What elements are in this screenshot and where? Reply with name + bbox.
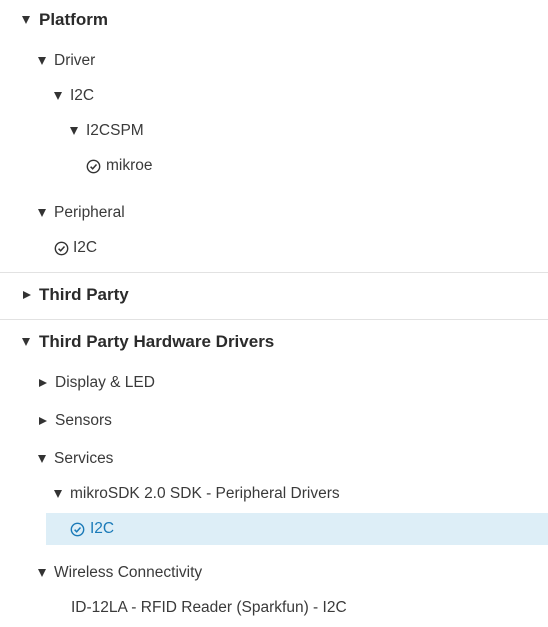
tree-node-label: Platform [39,10,108,29]
tree-node-label: ID-12LA - RFID Reader (Sparkfun) - I2C [71,599,347,616]
tree-node-label: Driver [54,52,96,69]
tree-node-third-party[interactable]: Third Party [0,283,548,307]
section-divider [0,319,548,320]
check-circle-icon [54,241,69,255]
tree-node-platform[interactable]: Platform [0,8,548,32]
caret-down-icon[interactable] [38,57,46,65]
tree-node-label: Sensors [55,412,112,429]
tree-node-label: Wireless Connectivity [54,564,203,581]
caret-down-icon[interactable] [22,16,30,24]
tree-node-driver[interactable]: Driver [0,50,548,72]
tree-leaf-id12la[interactable]: ID-12LA - RFID Reader (Sparkfun) - I2C [0,597,548,619]
check-circle-icon [70,522,85,536]
tree-leaf-peripheral-i2c[interactable]: I2C [0,237,548,259]
tree-node-label: Peripheral [54,204,125,221]
caret-down-icon[interactable] [38,455,46,463]
tree-node-third-party-hardware-drivers[interactable]: Third Party Hardware Drivers [0,330,548,354]
caret-down-icon[interactable] [54,92,62,100]
tree-node-label: I2C [70,87,95,104]
caret-down-icon[interactable] [70,127,78,135]
caret-down-icon[interactable] [22,338,30,346]
tree-node-driver-i2c[interactable]: I2C [0,85,548,107]
tree-node-label: Third Party Hardware Drivers [39,332,275,351]
tree-node-services[interactable]: Services [0,448,548,470]
tree-node-label: I2CSPM [86,122,144,139]
tree-node-label: mikroSDK 2.0 SDK - Peripheral Drivers [70,485,340,502]
tree-node-label: I2C [73,239,98,256]
caret-right-icon[interactable] [39,379,47,387]
section-divider [0,272,548,273]
tree-leaf-mikrosdk-i2c[interactable]: I2C [0,518,548,540]
tree-node-label: Display & LED [55,374,155,391]
tree-node-mikrosdk[interactable]: mikroSDK 2.0 SDK - Peripheral Drivers [0,483,548,505]
tree-node-peripheral[interactable]: Peripheral [0,202,548,224]
caret-down-icon[interactable] [54,490,62,498]
tree-node-wireless-connectivity[interactable]: Wireless Connectivity [0,562,548,584]
tree-node-i2cspm[interactable]: I2CSPM [0,120,548,142]
tree-node-sensors[interactable]: Sensors [0,410,548,432]
tree-node-label: Services [54,450,114,467]
tree-node-display-led[interactable]: Display & LED [0,372,548,394]
check-circle-icon [86,159,101,173]
tree-node-label: mikroe [106,157,153,174]
tree-leaf-mikroe[interactable]: mikroe [0,155,548,177]
tree-node-label: Third Party [39,285,129,304]
tree-node-label: I2C [90,520,115,537]
caret-right-icon[interactable] [39,417,47,425]
caret-down-icon[interactable] [38,209,46,217]
caret-right-icon[interactable] [23,291,31,299]
caret-down-icon[interactable] [38,569,46,577]
